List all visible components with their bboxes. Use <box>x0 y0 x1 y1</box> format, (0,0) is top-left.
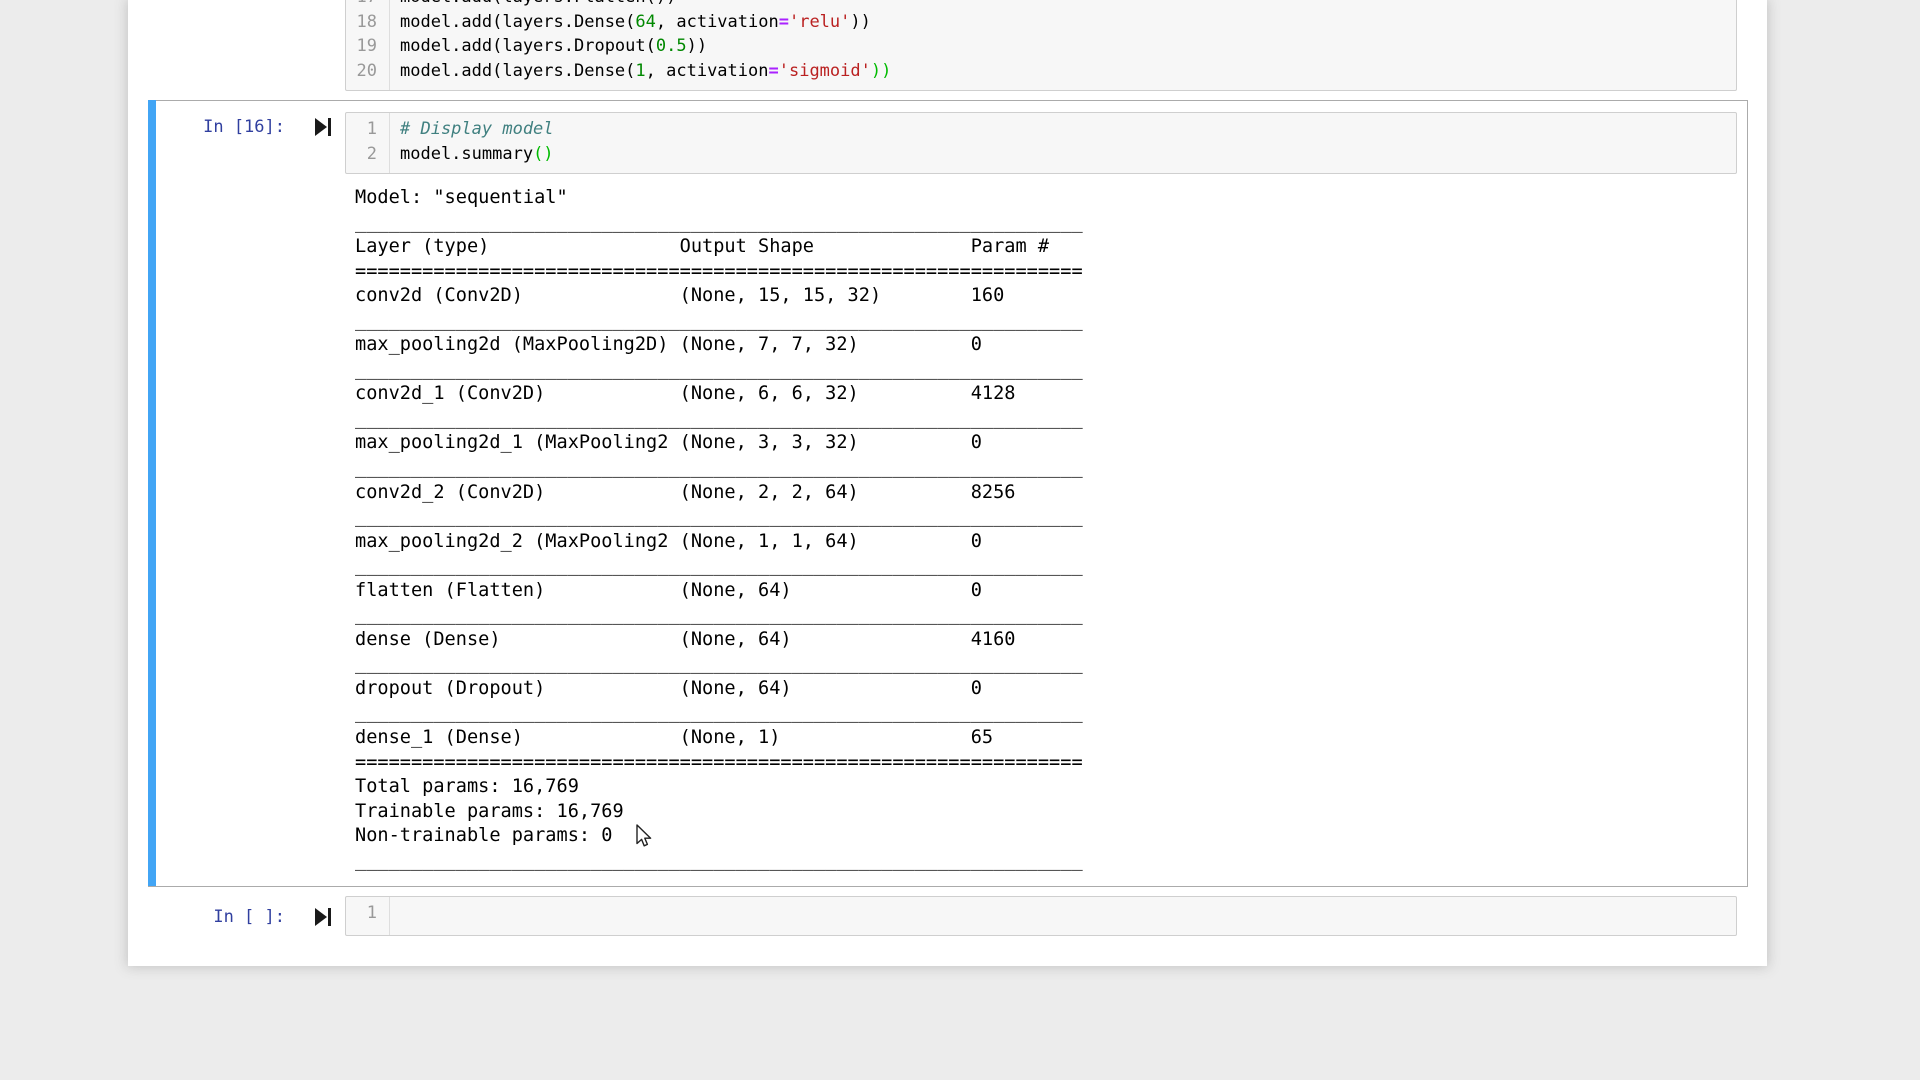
run-cell-icon[interactable] <box>312 906 334 928</box>
code-cell-previous-input[interactable]: 17181920 model.add(layers.Flatten())mode… <box>345 0 1737 91</box>
line-number: 1 <box>346 117 389 142</box>
code-line: model.add(layers.Dropout(0.5)) <box>400 34 1732 59</box>
code-editor[interactable]: model.add(layers.Flatten())model.add(lay… <box>391 0 1736 87</box>
line-number: 1 <box>346 901 389 926</box>
code-cell-active-input[interactable]: 12 # Display modelmodel.summary() <box>345 112 1737 174</box>
code-line: # Display model <box>400 117 1732 142</box>
code-editor[interactable] <box>391 897 1736 930</box>
line-number: 20 <box>346 59 389 84</box>
input-prompt: In [16]: <box>150 117 285 137</box>
code-line <box>400 901 1732 926</box>
line-number-gutter: 12 <box>346 113 390 173</box>
line-number: 2 <box>346 142 389 167</box>
line-number: 18 <box>346 10 389 35</box>
code-line: model.add(layers.Flatten()) <box>400 0 1732 10</box>
line-number-gutter: 1 <box>346 897 390 935</box>
mouse-cursor <box>632 824 656 850</box>
code-editor[interactable]: # Display modelmodel.summary() <box>391 113 1736 170</box>
code-line: model.add(layers.Dense(64, activation='r… <box>400 10 1732 35</box>
code-line: model.add(layers.Dense(1, activation='si… <box>400 59 1732 84</box>
input-prompt: In [ ]: <box>150 907 285 927</box>
model-summary-output: Model: "sequential" ____________________… <box>355 186 1083 873</box>
line-number: 19 <box>346 34 389 59</box>
line-number: 17 <box>346 0 389 10</box>
run-cell-icon[interactable] <box>312 116 334 138</box>
code-cell-empty-input[interactable]: 1 <box>345 896 1737 936</box>
line-number-gutter: 17181920 <box>346 0 390 90</box>
code-line: model.summary() <box>400 142 1732 167</box>
selected-cell-indicator-bar <box>148 100 156 886</box>
